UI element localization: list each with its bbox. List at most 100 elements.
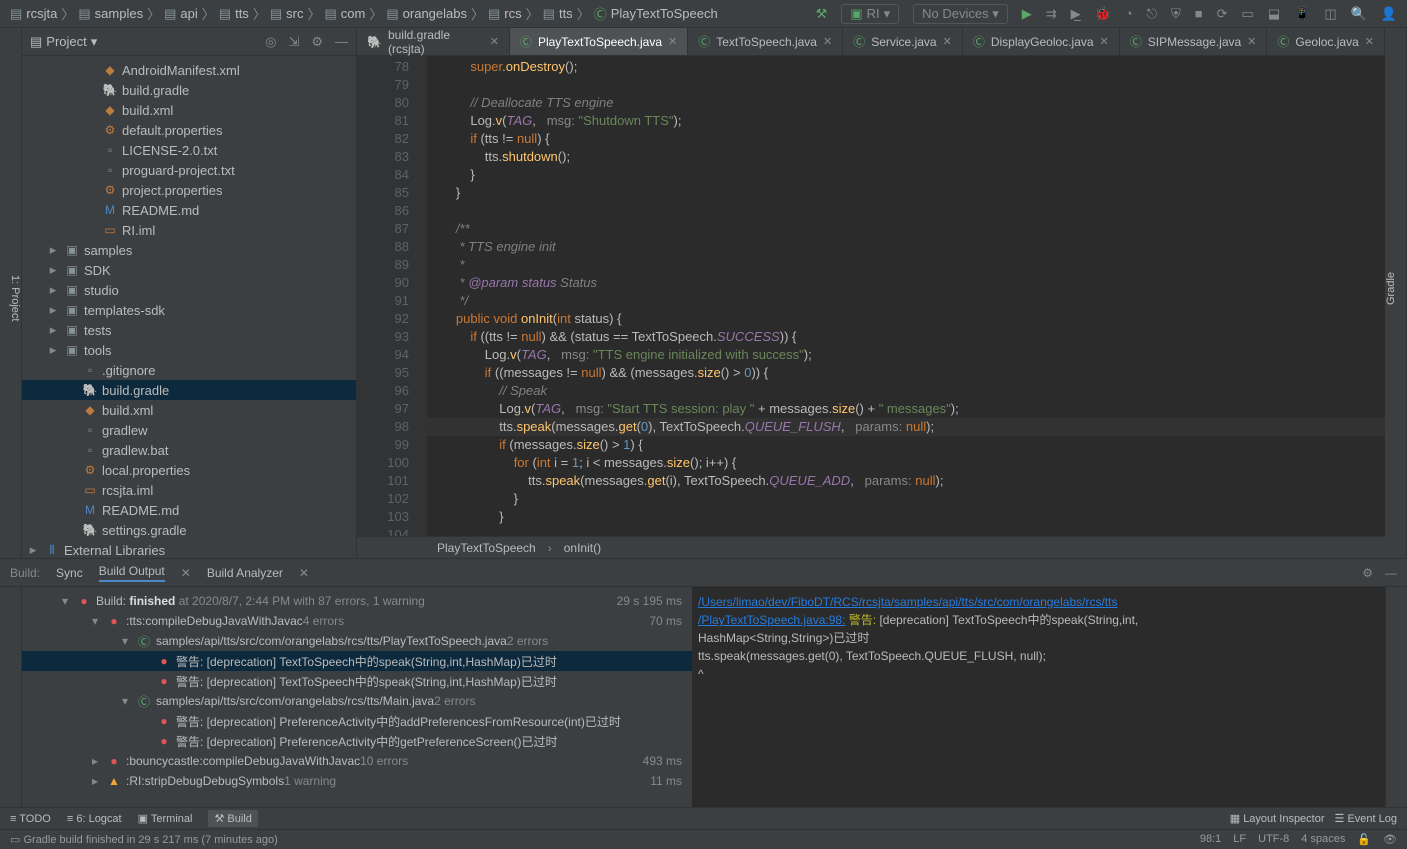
- build-item[interactable]: ▾Ⓒsamples/api/tts/src/com/orangelabs/rcs…: [22, 691, 692, 711]
- tree-item-tools[interactable]: ▸▣tools: [22, 340, 356, 360]
- tree-item-README.md[interactable]: MREADME.md: [22, 500, 356, 520]
- gear-icon[interactable]: ⚙: [311, 34, 323, 50]
- build-tab-sync[interactable]: Sync: [56, 566, 83, 580]
- build-item[interactable]: ▸●:bouncycastle:compileDebugJavaWithJava…: [22, 751, 692, 771]
- tree-item-tests[interactable]: ▸▣tests: [22, 320, 356, 340]
- close-tab-icon[interactable]: ✕: [299, 566, 309, 580]
- phone-icon[interactable]: 📱: [1294, 6, 1310, 22]
- close-icon[interactable]: ✕: [1100, 35, 1109, 48]
- crumb-samples[interactable]: ▤ samples: [78, 6, 143, 22]
- run-config-dropdown[interactable]: ▣RI ▾: [841, 4, 899, 24]
- profiler-icon[interactable]: ◔: [1125, 6, 1133, 21]
- locate-icon[interactable]: ◎: [265, 34, 276, 50]
- emulator-icon[interactable]: ◫: [1324, 6, 1336, 22]
- build-output-console[interactable]: /Users/limao/dev/FiboDT/RCS/rcsjta/sampl…: [692, 587, 1385, 807]
- build-tree[interactable]: ▾●Build: finished at 2020/8/7, 2:44 PM w…: [22, 587, 692, 807]
- crumb-api[interactable]: ▤ api: [164, 6, 198, 22]
- bottom-tab-todo[interactable]: ≡ TODO: [10, 813, 51, 825]
- hide-icon[interactable]: —: [335, 34, 348, 50]
- tree-item-build.xml[interactable]: ◆build.xml: [22, 100, 356, 120]
- crumb-orangelabs[interactable]: ▤ orangelabs: [386, 6, 467, 22]
- inspection-icon[interactable]: 👁: [1383, 833, 1397, 846]
- build-item[interactable]: ●警告: [deprecation] TextToSpeech中的speak(S…: [22, 651, 692, 671]
- close-icon[interactable]: ✕: [490, 35, 499, 48]
- attach-icon[interactable]: ⎋: [1147, 6, 1157, 22]
- stop-icon[interactable]: ■: [1195, 6, 1203, 21]
- tool-project[interactable]: 1: Project: [9, 271, 21, 325]
- build-item[interactable]: ▾●Build: finished at 2020/8/7, 2:44 PM w…: [22, 591, 692, 611]
- breadcrumb-method[interactable]: onInit(): [564, 541, 601, 555]
- tab-SIPMessage.java[interactable]: ⒸSIPMessage.java✕: [1120, 28, 1268, 55]
- tree-item-SDK[interactable]: ▸▣SDK: [22, 260, 356, 280]
- code-view[interactable]: super.onDestroy(); // Deallocate TTS eng…: [427, 56, 1385, 536]
- event-log[interactable]: ☰ Event Log: [1335, 812, 1397, 825]
- tree-item-rcsjta.iml[interactable]: ▭rcsjta.iml: [22, 480, 356, 500]
- build-item[interactable]: ●警告: [deprecation] PreferenceActivity中的a…: [22, 711, 692, 731]
- tree-item-templates-sdk[interactable]: ▸▣templates-sdk: [22, 300, 356, 320]
- close-icon[interactable]: ✕: [668, 35, 677, 48]
- crumb-rcsjta[interactable]: ▤ rcsjta: [10, 6, 57, 22]
- project-tree[interactable]: ◆AndroidManifest.xml🐘build.gradle◆build.…: [22, 56, 356, 558]
- close-icon[interactable]: ✕: [823, 35, 832, 48]
- coverage-icon[interactable]: ▶̲: [1071, 6, 1081, 22]
- tab-TextToSpeech.java[interactable]: ⒸTextToSpeech.java✕: [688, 28, 843, 55]
- debug-run-icon[interactable]: ⇉: [1046, 6, 1057, 22]
- project-dropdown[interactable]: ▤ Project ▾: [30, 34, 97, 50]
- build-item[interactable]: ●警告: [deprecation] PreferenceActivity中的g…: [22, 731, 692, 751]
- bug-icon[interactable]: 🐞: [1095, 6, 1111, 22]
- android-debug-icon[interactable]: ⛨: [1171, 6, 1181, 22]
- encoding[interactable]: UTF-8: [1258, 833, 1289, 846]
- build-hammer-icon[interactable]: ⚒: [816, 6, 828, 22]
- tree-item-studio[interactable]: ▸▣studio: [22, 280, 356, 300]
- crumb-src[interactable]: ▤ src: [270, 6, 304, 22]
- search-icon[interactable]: 🔍: [1351, 6, 1367, 22]
- hide-icon[interactable]: —: [1385, 566, 1397, 580]
- sdk-icon[interactable]: ⬓: [1268, 6, 1280, 22]
- tree-item-README.md[interactable]: MREADME.md: [22, 200, 356, 220]
- close-icon[interactable]: ✕: [1365, 35, 1374, 48]
- run-icon[interactable]: ▶: [1022, 6, 1032, 22]
- tree-item-project.properties[interactable]: ⚙project.properties: [22, 180, 356, 200]
- bottom-tab-terminal[interactable]: ▣ Terminal: [138, 812, 193, 825]
- tree-item-External Libraries[interactable]: ▸⫴External Libraries: [22, 540, 356, 558]
- tree-item-build.gradle[interactable]: 🐘build.gradle: [22, 380, 356, 400]
- tree-item-proguard-project.txt[interactable]: ▫proguard-project.txt: [22, 160, 356, 180]
- close-tab-icon[interactable]: ✕: [181, 566, 191, 580]
- line-sep[interactable]: LF: [1233, 833, 1246, 846]
- build-tab-analyzer[interactable]: Build Analyzer: [207, 566, 283, 580]
- tool-gradle[interactable]: Gradle: [1385, 267, 1397, 308]
- build-item[interactable]: ▾Ⓒsamples/api/tts/src/com/orangelabs/rcs…: [22, 631, 692, 651]
- tree-item-RI.iml[interactable]: ▭RI.iml: [22, 220, 356, 240]
- layout-inspector[interactable]: ▦ Layout Inspector: [1230, 812, 1325, 825]
- tree-item-AndroidManifest.xml[interactable]: ◆AndroidManifest.xml: [22, 60, 356, 80]
- crumb-com[interactable]: ▤ com: [324, 6, 365, 22]
- build-item[interactable]: ●警告: [deprecation] TextToSpeech中的speak(S…: [22, 671, 692, 691]
- breadcrumb-class[interactable]: PlayTextToSpeech: [437, 541, 536, 555]
- tree-item-LICENSE-2.0.txt[interactable]: ▫LICENSE-2.0.txt: [22, 140, 356, 160]
- gear-icon[interactable]: ⚙: [1362, 566, 1373, 580]
- tree-item-samples[interactable]: ▸▣samples: [22, 240, 356, 260]
- tab-DisplayGeoloc.java[interactable]: ⒸDisplayGeoloc.java✕: [963, 28, 1120, 55]
- tree-item-settings.gradle[interactable]: 🐘settings.gradle: [22, 520, 356, 540]
- build-item[interactable]: ▸▲:RI:stripDebugDebugSymbols 1 warning11…: [22, 771, 692, 791]
- build-item[interactable]: ▾●:tts:compileDebugJavaWithJavac 4 error…: [22, 611, 692, 631]
- crumb-PlayTextToSpeech[interactable]: Ⓒ PlayTextToSpeech: [594, 4, 718, 23]
- status-icon[interactable]: ▭: [10, 833, 20, 846]
- user-icon[interactable]: 👤: [1381, 6, 1397, 22]
- build-tab-output[interactable]: Build Output: [99, 564, 165, 582]
- crumb-tts[interactable]: ▤ tts: [543, 6, 573, 22]
- tab-PlayTextToSpeech.java[interactable]: ⒸPlayTextToSpeech.java✕: [510, 28, 688, 55]
- lock-icon[interactable]: 🔓: [1357, 833, 1371, 846]
- tree-item-.gitignore[interactable]: ▫.gitignore: [22, 360, 356, 380]
- tree-item-default.properties[interactable]: ⚙default.properties: [22, 120, 356, 140]
- bottom-tab-build[interactable]: ⚒ Build: [208, 810, 257, 827]
- tab-Service.java[interactable]: ⒸService.java✕: [843, 28, 963, 55]
- tab-build.gradle (rcsjta)[interactable]: 🐘build.gradle (rcsjta)✕: [357, 28, 510, 55]
- device-dropdown[interactable]: No Devices ▾: [913, 4, 1008, 24]
- crumb-tts[interactable]: ▤ tts: [219, 6, 249, 22]
- tree-item-build.xml[interactable]: ◆build.xml: [22, 400, 356, 420]
- indent[interactable]: 4 spaces: [1301, 833, 1345, 846]
- tree-item-gradlew.bat[interactable]: ▫gradlew.bat: [22, 440, 356, 460]
- tree-item-gradlew[interactable]: ▫gradlew: [22, 420, 356, 440]
- avd-icon[interactable]: ▭: [1242, 6, 1254, 22]
